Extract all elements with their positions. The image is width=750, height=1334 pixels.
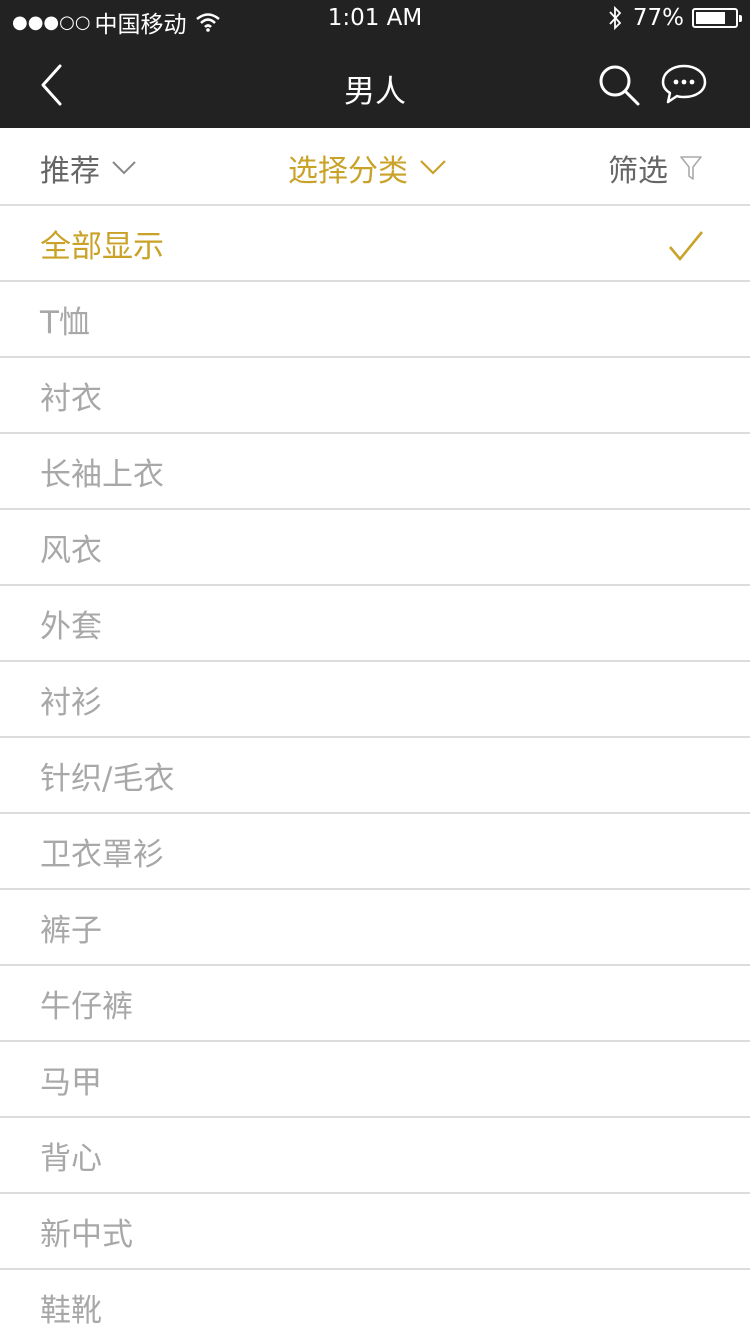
chevron-down-icon [420,160,446,175]
category-item[interactable]: T恤 [0,282,750,358]
status-right: 77% [607,5,742,31]
app-header: ●●●○○ 中国移动 1:01 AM 77% 男人 [0,0,750,128]
category-item-label: 衬衫 [40,684,102,721]
search-icon[interactable] [596,62,642,108]
category-item[interactable]: 全部显示 [0,206,750,282]
category-item[interactable]: 背心 [0,1118,750,1194]
bluetooth-icon [609,5,622,31]
category-item-label: 背心 [40,1140,102,1177]
category-item[interactable]: 马甲 [0,1042,750,1118]
category-item-label: 全部显示 [40,228,164,265]
category-item[interactable]: 风衣 [0,510,750,586]
category-item-label: T恤 [40,304,90,341]
checkmark-icon [669,231,704,262]
battery-percent: 77% [632,5,684,31]
chevron-down-icon [112,161,136,175]
battery-fill [696,12,725,24]
category-item-label: 长袖上衣 [40,456,164,493]
category-item[interactable]: 长袖上衣 [0,434,750,510]
filter-label: 筛选 [608,154,668,189]
chat-bubble-icon[interactable] [660,62,708,106]
battery-icon [692,8,742,28]
category-item[interactable]: 针织/毛衣 [0,738,750,814]
category-item[interactable]: 新中式 [0,1194,750,1270]
status-bar: ●●●○○ 中国移动 1:01 AM 77% [0,0,750,40]
category-item[interactable]: 牛仔裤 [0,966,750,1042]
filter-button[interactable]: 筛选 [608,148,702,189]
battery-nub [739,15,742,22]
category-item-label: 针织/毛衣 [40,760,175,797]
category-item-label: 新中式 [40,1216,133,1253]
filter-bar: 推荐 选择分类 筛选 [0,128,750,206]
category-item[interactable]: 外套 [0,586,750,662]
category-item-label: 马甲 [40,1064,102,1101]
category-dropdown[interactable]: 选择分类 [288,148,446,189]
category-label: 选择分类 [288,154,408,189]
category-list: 全部显示 T恤衬衣长袖上衣风衣外套衬衫针织/毛衣卫衣罩衫裤子牛仔裤马甲背心新中式鞋… [0,206,750,1334]
category-item[interactable]: 鞋靴 [0,1270,750,1334]
category-item[interactable]: 衬衫 [0,662,750,738]
category-item-label: 鞋靴 [40,1292,102,1329]
category-item-label: 牛仔裤 [40,988,133,1025]
category-item[interactable]: 卫衣罩衫 [0,814,750,890]
sort-dropdown[interactable]: 推荐 [40,148,136,189]
category-item-label: 卫衣罩衫 [40,836,164,873]
category-item[interactable]: 衬衣 [0,358,750,434]
funnel-icon [680,156,702,180]
category-item[interactable]: 裤子 [0,890,750,966]
sort-label: 推荐 [40,154,100,189]
category-item-label: 外套 [40,608,102,645]
nav-bar: 男人 [0,40,750,128]
category-item-label: 衬衣 [40,380,102,417]
category-item-label: 裤子 [40,912,102,949]
category-item-label: 风衣 [40,532,102,569]
